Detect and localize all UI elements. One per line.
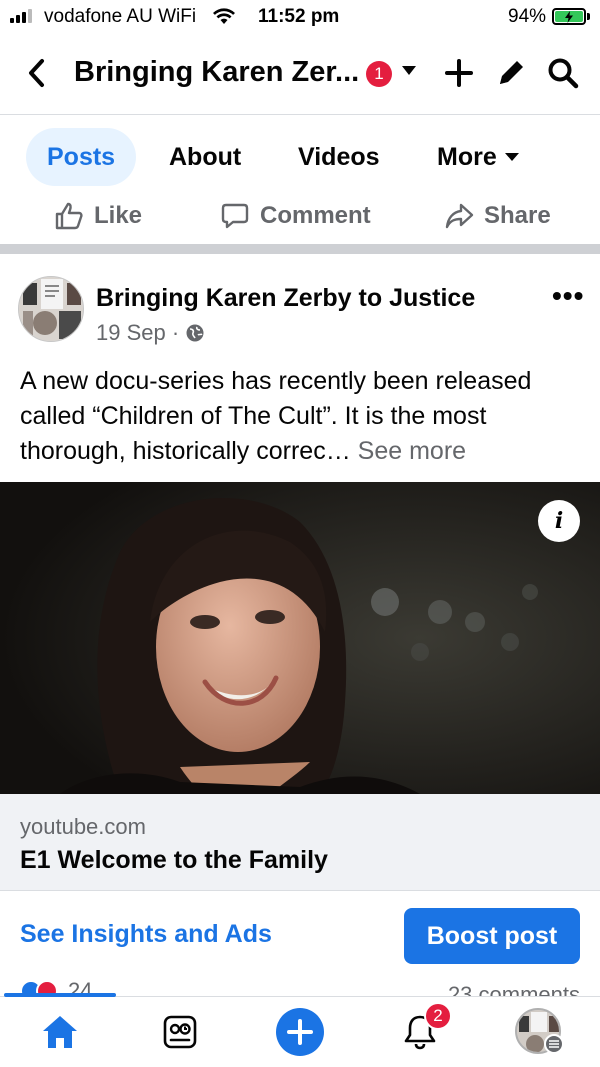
charging-bolt-icon [565, 10, 573, 23]
notifications-badge: 2 [424, 1002, 452, 1030]
post-author[interactable]: Bringing Karen Zerby to Justice [96, 284, 475, 313]
post-meta: 19 Sep · [96, 320, 205, 346]
link-title: E1 Welcome to the Family [20, 846, 328, 874]
post-date[interactable]: 19 Sep · [96, 320, 179, 346]
status-bar: vodafone AU WiFi 11:52 pm 94% [0, 0, 600, 34]
search-icon[interactable] [546, 56, 580, 90]
page-header: Bringing Karen Zer... 1 [0, 40, 600, 112]
link-domain: youtube.com [20, 814, 146, 839]
carrier-name: vodafone AU WiFi [44, 6, 197, 27]
page-notification-badge: 1 [366, 61, 392, 87]
battery-icon [552, 8, 586, 25]
plus-icon[interactable] [442, 56, 476, 90]
create-icon[interactable] [270, 1007, 330, 1057]
battery-percent: 94% [508, 6, 547, 27]
page-avatar[interactable] [18, 276, 84, 342]
like-button[interactable]: Like [54, 194, 142, 238]
page-actions: Like Comment Share [0, 194, 600, 238]
tab-videos[interactable]: Videos [298, 128, 380, 186]
page-tabs: Posts About Videos More [0, 128, 600, 186]
see-insights-link[interactable]: See Insights and Ads [20, 920, 272, 949]
back-chevron-icon[interactable] [24, 56, 52, 90]
link-preview-card[interactable]: youtube.com E1 Welcome to the Family [0, 794, 600, 890]
tab-posts[interactable]: Posts [26, 128, 137, 186]
battery-nub [587, 13, 590, 20]
post-text: A new docu-series has recently been rele… [20, 364, 588, 469]
home-icon[interactable] [30, 1007, 90, 1057]
see-more-link[interactable]: See more [358, 437, 466, 465]
share-icon [445, 203, 474, 229]
info-icon[interactable]: i [538, 500, 580, 542]
pencil-icon[interactable] [494, 56, 528, 90]
chevron-down-icon [504, 153, 519, 161]
avatar-collage-image [19, 277, 83, 341]
chevron-down-icon[interactable] [402, 66, 416, 75]
menu-lines-icon[interactable] [544, 1034, 564, 1054]
header-divider [0, 114, 600, 115]
cell-signal-icon [10, 9, 32, 23]
page-title[interactable]: Bringing Karen Zer... [74, 56, 359, 89]
comment-icon [221, 203, 249, 229]
tab-more[interactable]: More [437, 128, 519, 186]
link-preview-image[interactable] [0, 482, 600, 794]
clock: 11:52 pm [258, 6, 340, 27]
bottom-navigation [0, 993, 600, 1067]
wifi-icon [213, 8, 235, 24]
active-tab-indicator [4, 993, 116, 997]
section-separator [0, 244, 600, 254]
thumbs-up-icon [55, 202, 83, 230]
feeds-icon[interactable] [150, 1007, 210, 1057]
video-thumbnail [0, 482, 600, 794]
globe-icon [186, 324, 204, 342]
tab-about[interactable]: About [169, 128, 241, 186]
share-button[interactable]: Share [444, 194, 551, 238]
boost-post-button[interactable]: Boost post [404, 908, 580, 964]
link-card-divider [0, 890, 600, 891]
comment-button[interactable]: Comment [220, 194, 371, 238]
post-options-icon[interactable]: ••• [552, 280, 584, 312]
